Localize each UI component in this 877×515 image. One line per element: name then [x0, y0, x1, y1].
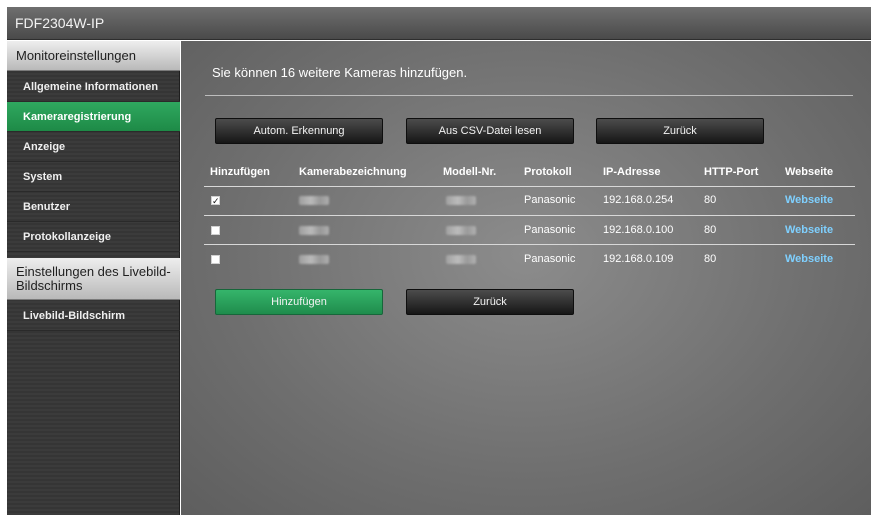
add-checkbox-row2[interactable]: [211, 226, 220, 235]
sidebar-section-monitor-settings: Monitoreinstellungen: [7, 41, 180, 71]
sidebar: Monitoreinstellungen Allgemeine Informat…: [7, 41, 180, 515]
table-cell-ip: 192.168.0.109: [603, 253, 674, 265]
table-cell-port: 80: [704, 253, 717, 265]
table-cell-ip: 192.168.0.100: [603, 224, 674, 236]
camera-name-redacted: [299, 226, 329, 235]
sidebar-section-live-view-settings: Einstellungen des Livebild-Bildschirms: [7, 258, 180, 300]
model-no-redacted: [446, 226, 476, 235]
divider: [205, 95, 853, 96]
header-protocol: Protokoll: [524, 166, 572, 178]
website-link-row1[interactable]: Webseite: [785, 194, 833, 206]
camera-name-redacted: [299, 196, 329, 205]
app-frame: FDF2304W-IP Monitoreinstellungen Allgeme…: [7, 7, 871, 515]
header-add: Hinzufügen: [210, 166, 270, 178]
header-website: Webseite: [785, 166, 834, 178]
read-csv-button[interactable]: Aus CSV-Datei lesen: [406, 118, 574, 144]
table-cell-protocol: Panasonic: [524, 224, 576, 236]
add-checkbox-row3[interactable]: [211, 255, 220, 264]
website-link-row3[interactable]: Webseite: [785, 253, 833, 265]
model-no-redacted: [446, 196, 476, 205]
sidebar-item-log-viewer[interactable]: Protokollanzeige: [7, 222, 180, 252]
header-ip-address: IP-Adresse: [603, 166, 661, 178]
table-cell-port: 80: [704, 194, 717, 206]
table-divider: [204, 186, 855, 187]
header-http-port: HTTP-Port: [704, 166, 759, 178]
camera-name-redacted: [299, 255, 329, 264]
table-cell-ip: 192.168.0.254: [603, 194, 674, 206]
back-button-top[interactable]: Zurück: [596, 118, 764, 144]
camera-capacity-info: Sie können 16 weitere Kameras hinzufügen…: [212, 65, 468, 80]
table-cell-protocol: Panasonic: [524, 194, 576, 206]
model-no-redacted: [446, 255, 476, 264]
table-cell-protocol: Panasonic: [524, 253, 576, 265]
sidebar-item-general-info[interactable]: Allgemeine Informationen: [7, 72, 180, 102]
table-cell-port: 80: [704, 224, 717, 236]
sidebar-item-users[interactable]: Benutzer: [7, 192, 180, 222]
table-divider: [204, 244, 855, 245]
sidebar-item-system[interactable]: System: [7, 162, 180, 192]
add-button[interactable]: Hinzufügen: [215, 289, 383, 315]
sidebar-item-live-view[interactable]: Livebild-Bildschirm: [7, 301, 180, 331]
sidebar-item-camera-registration[interactable]: Kameraregistrierung: [7, 102, 180, 132]
website-link-row2[interactable]: Webseite: [785, 224, 833, 236]
sidebar-item-display[interactable]: Anzeige: [7, 132, 180, 162]
window-title: FDF2304W-IP: [7, 7, 871, 40]
main-panel: Sie können 16 weitere Kameras hinzufügen…: [181, 41, 871, 515]
header-model-no: Modell-Nr.: [443, 166, 497, 178]
back-button-bottom[interactable]: Zurück: [406, 289, 574, 315]
add-checkbox-row1[interactable]: ✓: [211, 196, 220, 206]
auto-detect-button[interactable]: Autom. Erkennung: [215, 118, 383, 144]
table-divider: [204, 215, 855, 216]
header-camera-name: Kamerabezeichnung: [299, 166, 407, 178]
